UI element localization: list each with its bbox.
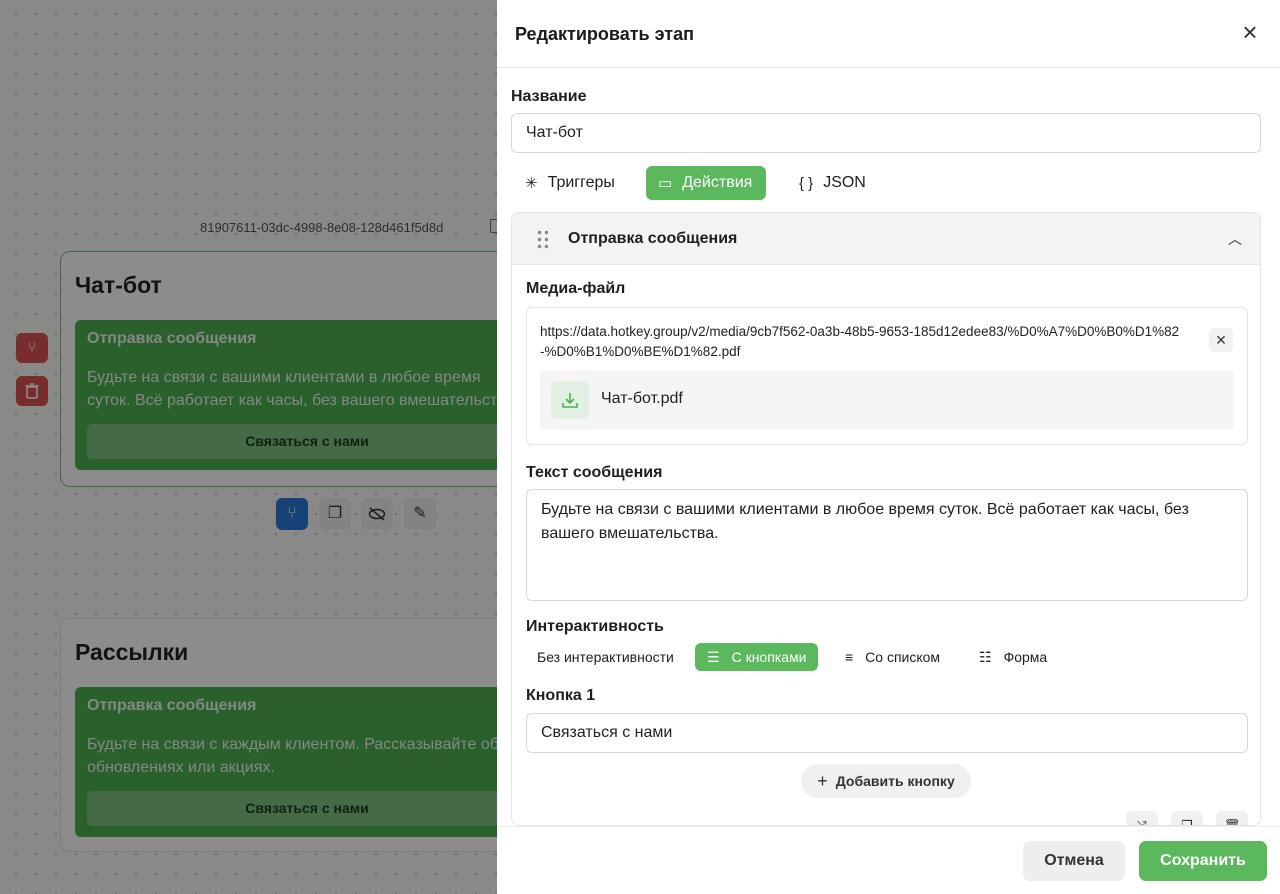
interactivity-none[interactable]: Без интерактивности <box>525 643 686 671</box>
itab-label: Со списком <box>865 649 941 665</box>
download-glyph <box>562 393 578 408</box>
itab-label: С кнопками <box>731 649 807 665</box>
close-icon: × <box>1215 330 1227 350</box>
interactivity-list[interactable]: ≡ Со списком <box>833 643 952 671</box>
interactivity-form[interactable]: ☷ Форма <box>967 643 1059 671</box>
close-button[interactable]: × <box>1238 19 1262 45</box>
section-title: Отправка сообщения <box>568 230 738 247</box>
buttons-icon: ☰ <box>707 648 720 665</box>
button1-label: Кнопка 1 <box>526 687 596 704</box>
tab-label: JSON <box>823 174 866 191</box>
media-box: https://data.hotkey.group/v2/media/9cb7f… <box>526 307 1248 445</box>
add-button-label: Добавить кнопку <box>835 773 955 789</box>
message-textarea[interactable]: Будьте на связи с вашими клиентами в люб… <box>526 489 1248 601</box>
add-button-button[interactable]: + Добавить кнопку <box>801 764 971 798</box>
send-message-section: Отправка сообщения ︿ Медиа-файл https://… <box>511 212 1261 826</box>
interactivity-label: Интерактивность <box>526 618 664 635</box>
edit-stage-drawer: Редактировать этап × Название Чат-бот ✳ … <box>497 0 1280 894</box>
file-name: Чат-бот.pdf <box>601 390 683 407</box>
section-header[interactable]: Отправка сообщения ︿ <box>512 213 1260 265</box>
interactivity-buttons[interactable]: ☰ С кнопками <box>695 643 819 671</box>
itab-label: Форма <box>1003 649 1048 665</box>
media-url: https://data.hotkey.group/v2/media/9cb7f… <box>540 324 1180 359</box>
save-button[interactable]: Сохранить <box>1139 841 1267 881</box>
name-input[interactable]: Чат-бот <box>511 113 1261 153</box>
tab-json[interactable]: { } JSON <box>787 166 880 200</box>
form-icon: ☷ <box>979 648 992 665</box>
drawer-footer: Отмена Сохранить <box>497 826 1280 894</box>
button1-input[interactable]: Связаться с нами <box>526 713 1248 753</box>
plus-icon: + <box>817 770 828 791</box>
message-text-label: Текст сообщения <box>526 464 663 481</box>
tab-triggers[interactable]: ✳ Триггеры <box>513 166 629 200</box>
tab-label: Триггеры <box>547 174 615 191</box>
itab-label: Без интерактивности <box>537 649 674 665</box>
shuffle-button[interactable]: ⤨ <box>1126 811 1158 825</box>
drag-handle-icon[interactable] <box>536 229 548 249</box>
tab-label: Действия <box>682 174 753 191</box>
remove-media-button[interactable]: × <box>1209 328 1233 352</box>
braces-icon: { } <box>799 174 814 192</box>
media-label: Медиа-файл <box>526 280 626 297</box>
message-icon: ▭ <box>658 175 673 192</box>
tab-actions[interactable]: ▭ Действия <box>646 166 767 200</box>
close-icon: × <box>1242 17 1258 47</box>
file-row[interactable]: Чат-бот.pdf <box>540 370 1234 430</box>
list-icon: ≡ <box>845 649 854 665</box>
delete-action-button[interactable]: 🗑 <box>1216 811 1248 825</box>
copy-action-button[interactable]: ❐ <box>1171 811 1203 825</box>
sparkle-icon: ✳ <box>525 175 538 192</box>
chevron-up-icon[interactable]: ︿ <box>1228 229 1242 249</box>
cancel-button[interactable]: Отмена <box>1023 841 1125 881</box>
drawer-title: Редактировать этап <box>515 24 695 44</box>
drawer-header: Редактировать этап × <box>497 0 1280 68</box>
download-icon[interactable] <box>551 381 589 419</box>
name-label: Название <box>511 88 587 105</box>
